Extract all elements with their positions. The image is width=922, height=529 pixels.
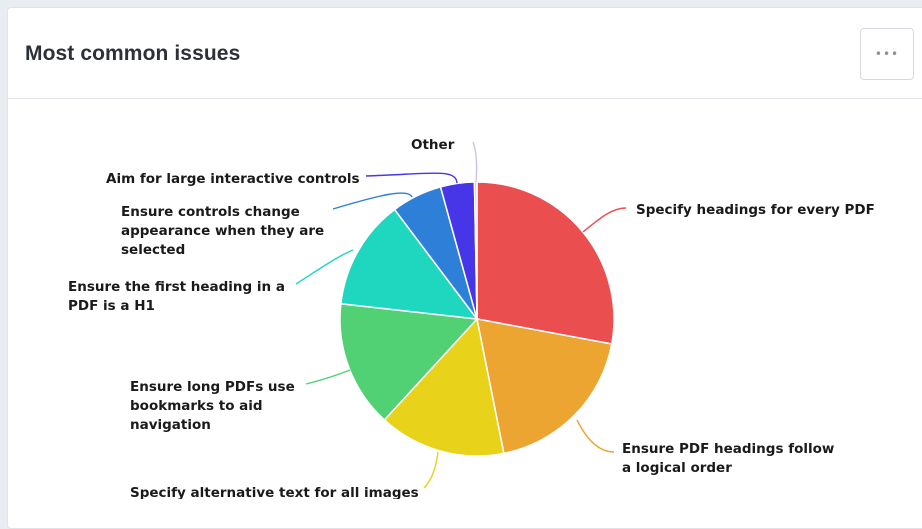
leader-line (305, 369, 351, 385)
slice-label: Specify headings for every PDF (636, 202, 875, 218)
leader-line (472, 141, 478, 183)
slice-label: Aim for large interactive controls (106, 171, 360, 187)
leader-line (582, 207, 627, 233)
leader-line (423, 451, 439, 489)
slice-label: Ensure long PDFs use bookmarks to aid navi… (130, 379, 295, 433)
slice-label: Ensure controls change appearance when th… (121, 204, 324, 258)
leader-line (295, 249, 354, 285)
pie-slice[interactable] (476, 181, 615, 345)
pie-chart: Specify headings for every PDF Ensure PDF… (68, 137, 875, 499)
slice-label: Specify alternative text for all images (130, 485, 419, 499)
leader-line (365, 172, 458, 184)
slice-label: Ensure the first heading in a PDF is a H1 (68, 279, 285, 314)
slice-label: Other (411, 137, 455, 153)
slice-label: Ensure PDF headings follow a logical orde… (622, 441, 834, 476)
leader-line (576, 419, 615, 453)
